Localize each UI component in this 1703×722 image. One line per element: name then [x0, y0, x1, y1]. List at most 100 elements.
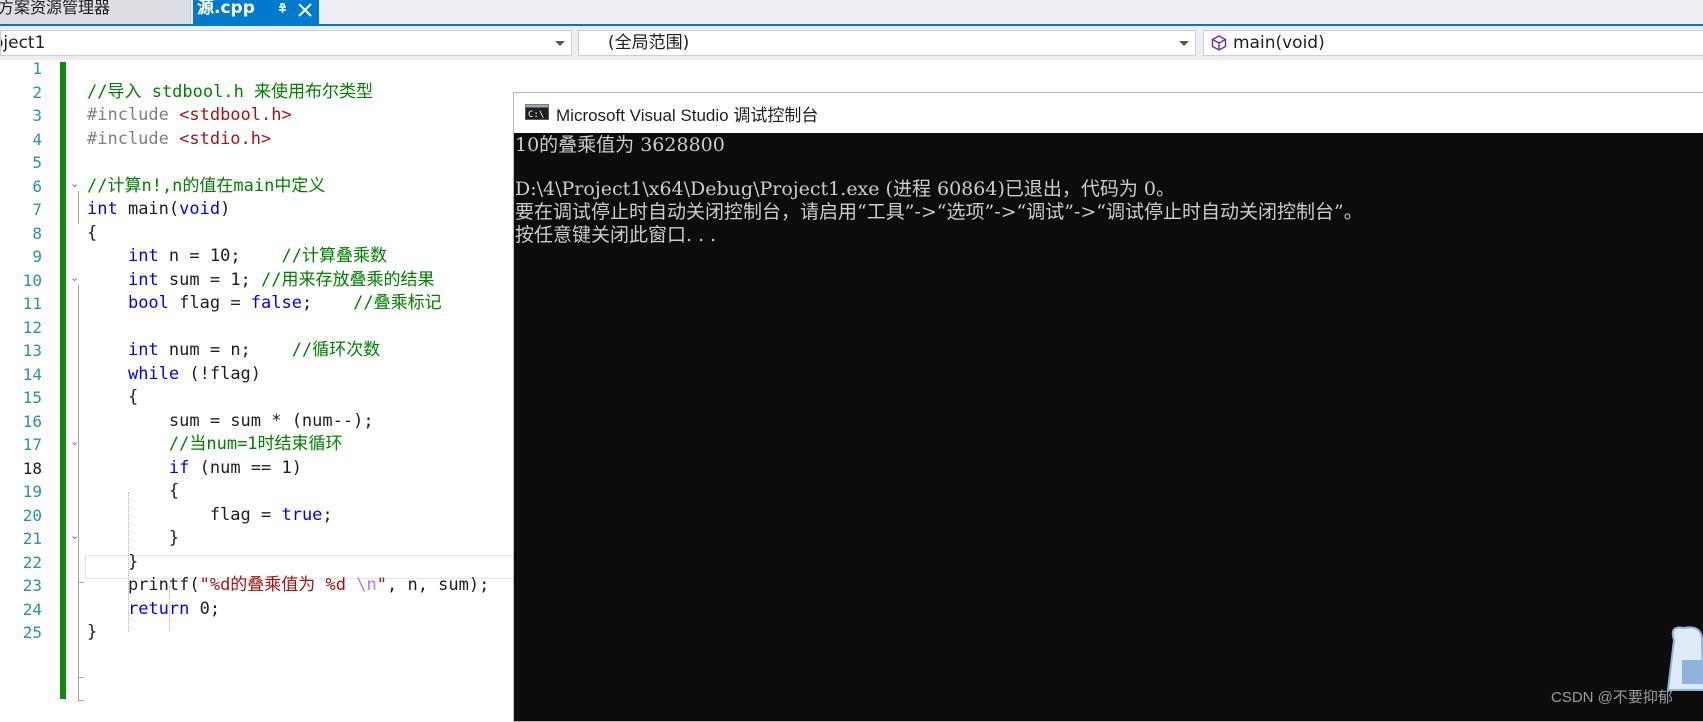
- debug-console-window[interactable]: C:\ Microsoft Visual Studio 调试控制台 10的叠乘值…: [513, 92, 1703, 722]
- console-title: Microsoft Visual Studio 调试控制台: [556, 106, 819, 125]
- outline-line: [78, 191, 79, 224]
- line-number: 16: [22, 411, 42, 431]
- collapse-chevron-icon[interactable]: ⌄: [70, 530, 82, 542]
- tab-solution-explorer-label: 方案资源管理器: [0, 0, 111, 17]
- change-tracking-bar: [60, 62, 66, 699]
- pin-icon[interactable]: [274, 0, 292, 22]
- code-line[interactable]: sum = sum * (num--);: [87, 409, 374, 434]
- code-line[interactable]: }: [87, 550, 138, 575]
- code-token: }: [87, 622, 98, 642]
- tab-solution-explorer[interactable]: 方案资源管理器: [0, 0, 191, 24]
- code-token: (num == 1): [189, 457, 302, 478]
- scope-dropdown-value: (全局范围): [608, 33, 690, 53]
- project-dropdown[interactable]: oject1: [0, 30, 572, 56]
- line-number: 2: [32, 82, 42, 102]
- line-number: 12: [22, 317, 42, 337]
- console-app-icon: C:\: [525, 104, 549, 120]
- code-line[interactable]: #include <stdbool.h>: [87, 103, 292, 128]
- code-token: "%d的叠乘值为 %d: [199, 575, 357, 595]
- code-line[interactable]: int n = 10; //计算叠乘数: [87, 244, 387, 269]
- code-line[interactable]: int sum = 1; //用来存放叠乘的结果: [87, 268, 435, 293]
- code-line[interactable]: //计算n!,n的值在main中定义: [87, 174, 325, 199]
- svg-text:C:\: C:\: [528, 110, 544, 120]
- code-token: (!flag): [179, 363, 262, 384]
- code-line[interactable]: flag = true;: [87, 503, 333, 528]
- code-token: void: [179, 199, 221, 219]
- code-token: //用来存放叠乘的结果: [261, 269, 435, 290]
- code-token: {: [87, 222, 98, 243]
- code-token: sum = 1;: [158, 269, 262, 290]
- console-line: D:\4\Project1\x64\Debug\Project1.exe (进程…: [515, 178, 1175, 200]
- code-line[interactable]: while (!flag): [87, 362, 261, 387]
- code-token: 0;: [189, 598, 221, 619]
- code-line[interactable]: int main(void): [87, 197, 230, 222]
- line-number: 1: [32, 60, 42, 78]
- member-dropdown-value: main(void): [1233, 33, 1325, 53]
- code-token: ": [376, 575, 387, 595]
- code-line[interactable]: int num = n; //循环次数: [87, 338, 380, 363]
- code-line[interactable]: //导入 stdbool.h 来使用布尔类型: [87, 80, 373, 105]
- code-token: , n, sum);: [386, 575, 490, 595]
- code-line[interactable]: printf("%d的叠乘值为 %d \n", n, sum);: [87, 573, 489, 598]
- code-token: //循环次数: [291, 340, 381, 360]
- code-token: }: [87, 528, 180, 548]
- tab-source-cpp[interactable]: 源.cpp: [193, 0, 319, 24]
- console-title-bar[interactable]: C:\ Microsoft Visual Studio 调试控制台: [514, 93, 1703, 133]
- navigation-bar: oject1 (全局范围) main(void): [0, 26, 1703, 60]
- code-token: //当num=1时结束循环: [168, 434, 343, 454]
- line-number: 10: [22, 270, 42, 290]
- code-token: if: [168, 457, 190, 478]
- code-line[interactable]: }: [87, 526, 179, 551]
- code-line[interactable]: return 0;: [87, 597, 220, 622]
- collapse-chevron-icon[interactable]: ⌄: [70, 272, 82, 284]
- tab-source-cpp-label: 源.cpp: [197, 0, 255, 18]
- line-number: 4: [32, 129, 42, 149]
- code-token: true: [281, 504, 323, 525]
- line-number: 14: [22, 364, 42, 384]
- line-number: 5: [32, 153, 42, 172]
- close-icon[interactable]: [295, 0, 315, 22]
- code-token: int: [127, 269, 159, 290]
- code-token: int: [127, 246, 159, 266]
- code-token: return: [127, 598, 190, 619]
- console-output: 10的叠乘值为 3628800 D:\4\Project1\x64\Debug\P…: [514, 133, 1703, 721]
- line-number: 23: [22, 576, 42, 595]
- code-line[interactable]: {: [87, 221, 97, 246]
- code-line[interactable]: {: [87, 479, 179, 504]
- outline-line: [78, 700, 84, 701]
- code-token: false: [250, 293, 302, 313]
- code-token: <stdio.h>: [179, 128, 272, 149]
- code-token: //计算n!,n的值在main中定义: [87, 175, 326, 196]
- code-token: num = n;: [158, 340, 292, 360]
- code-token: //叠乘标记: [353, 293, 442, 313]
- code-line[interactable]: #include <stdio.h>: [87, 127, 271, 152]
- collapse-chevron-icon[interactable]: ⌄: [70, 436, 82, 448]
- line-number: 7: [32, 200, 42, 219]
- console-line: 10的叠乘值为 3628800: [515, 134, 725, 156]
- line-number: 18: [22, 458, 42, 478]
- scope-dropdown[interactable]: (全局范围): [578, 30, 1196, 56]
- code-line[interactable]: }: [87, 620, 97, 645]
- code-token: }: [87, 551, 139, 572]
- code-line[interactable]: if (num == 1): [87, 456, 302, 481]
- code-line[interactable]: bool flag = false; //叠乘标记: [87, 291, 442, 316]
- chevron-down-icon: [1179, 41, 1189, 46]
- line-number: 6: [32, 176, 42, 196]
- code-token: <stdbool.h>: [179, 105, 292, 125]
- member-dropdown[interactable]: main(void): [1203, 30, 1703, 56]
- collapse-chevron-icon[interactable]: ⌄: [70, 178, 82, 190]
- console-line: 要在调试停止时自动关闭控制台，请启用“工具”->“选项”->“调试”->“调试停…: [515, 201, 1363, 223]
- code-token: //计算叠乘数: [281, 246, 387, 266]
- code-line[interactable]: //当num=1时结束循环: [87, 432, 343, 457]
- line-number: 17: [22, 435, 42, 454]
- code-line[interactable]: {: [87, 385, 138, 410]
- project-dropdown-value: oject1: [1, 33, 46, 53]
- line-number: 8: [32, 223, 42, 243]
- line-number: 25: [22, 623, 42, 642]
- code-token: main(: [117, 199, 180, 219]
